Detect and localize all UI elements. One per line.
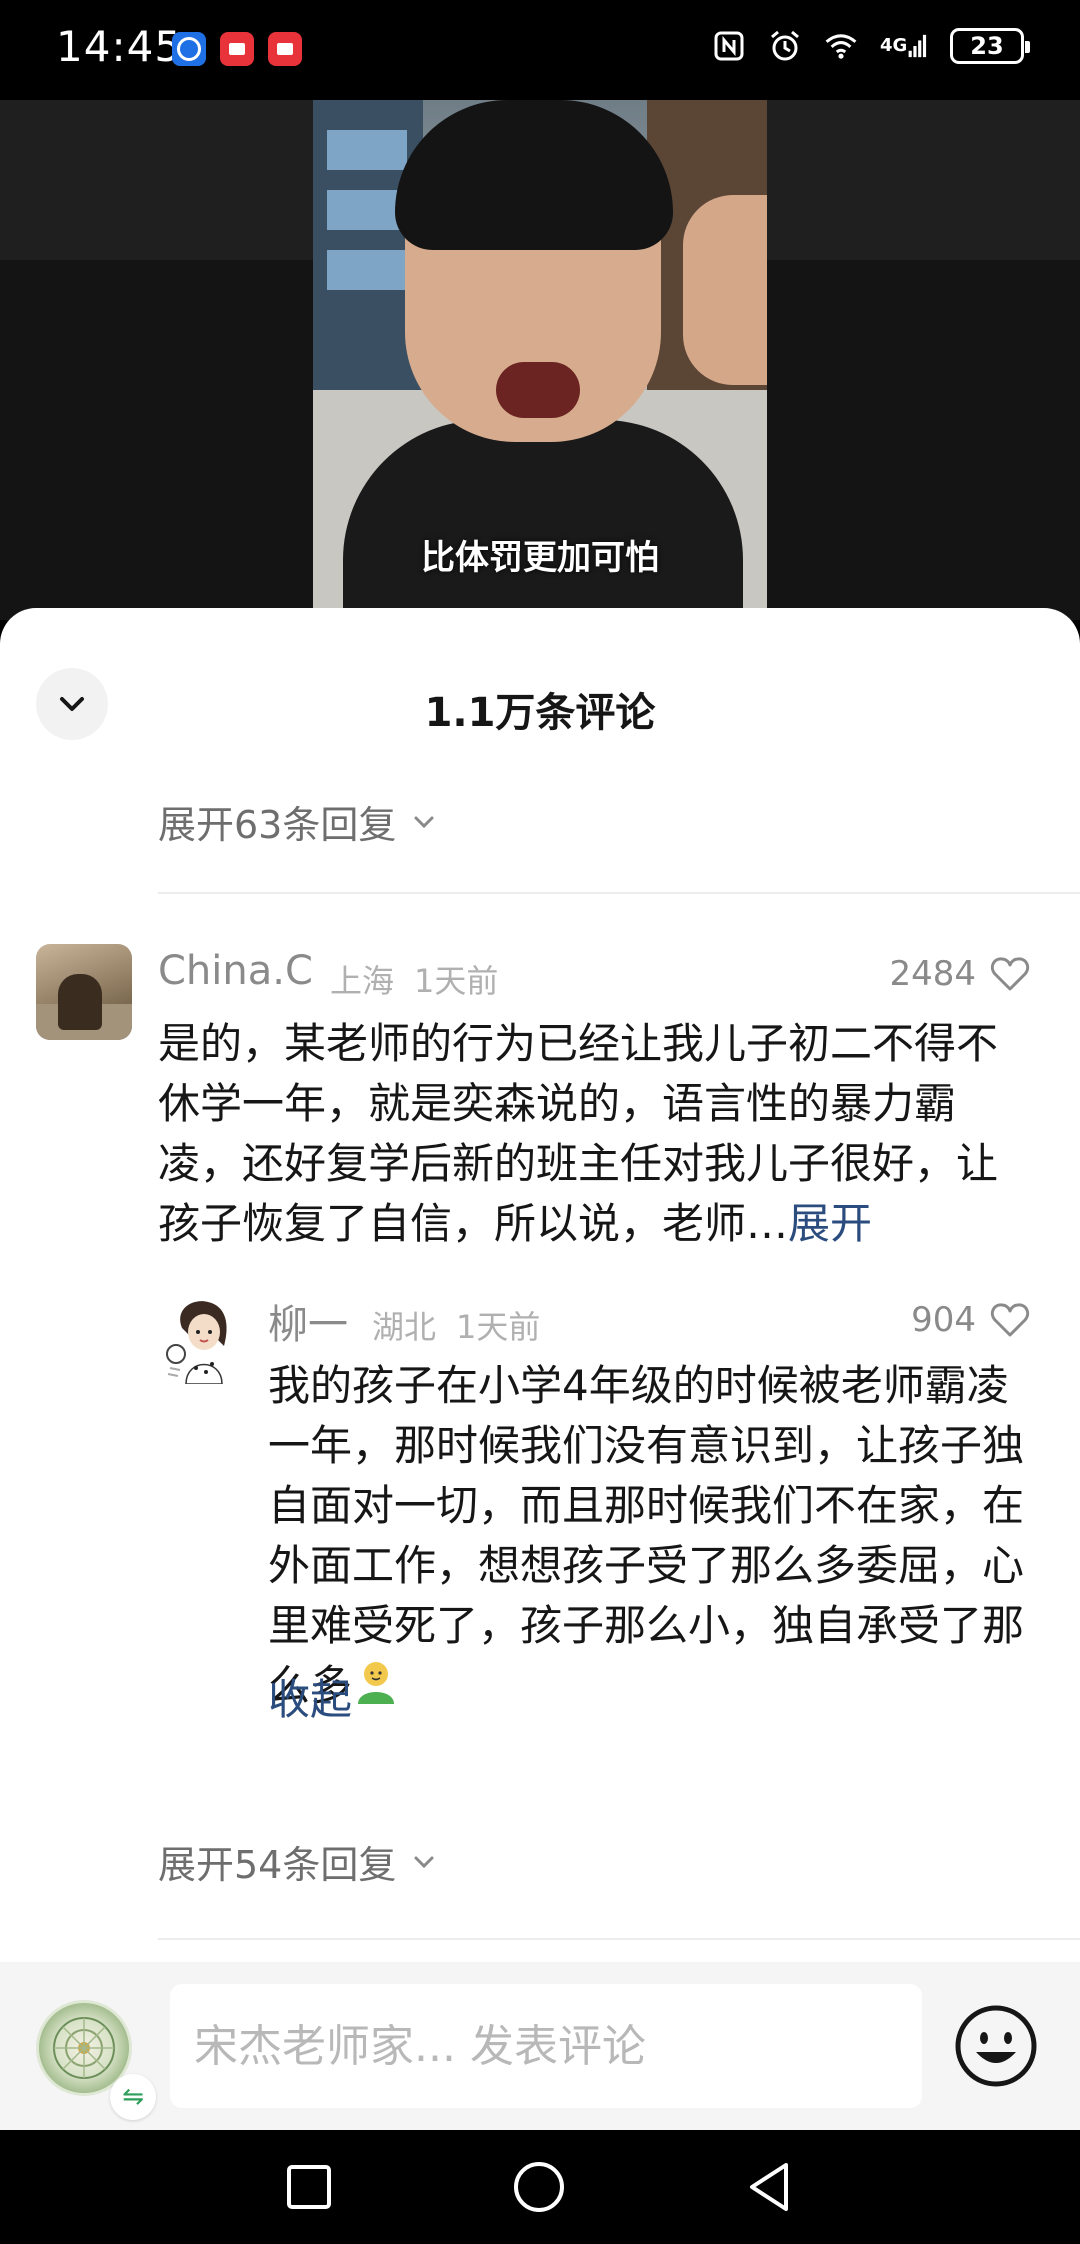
- recents-square-icon: [287, 2165, 331, 2209]
- nfc-icon: [712, 29, 746, 63]
- battery-icon: 23: [950, 28, 1030, 64]
- divider: [158, 892, 1080, 894]
- expand-comment-link[interactable]: 展开: [788, 1199, 872, 1248]
- person-emoji-icon: [352, 1658, 400, 1706]
- like-button[interactable]: 904: [911, 1300, 1030, 1340]
- app-notification-icon: [268, 32, 302, 66]
- network-type: 4G: [880, 35, 908, 56]
- video-subtitle: 比体罚更加可怕: [421, 538, 659, 578]
- reply-author[interactable]: 柳一: [268, 1292, 348, 1350]
- collapse-reply-link[interactable]: 收起: [268, 1666, 352, 1727]
- chevron-down-icon: [414, 816, 434, 828]
- reply-time: 1天前: [456, 1308, 541, 1346]
- emoji-button[interactable]: [952, 2002, 1040, 2090]
- expand-replies-label: 展开54条回复: [158, 1843, 397, 1887]
- reply-location: 湖北: [372, 1308, 437, 1346]
- comment-input[interactable]: [170, 1984, 922, 2108]
- status-time: 14:45: [56, 22, 183, 71]
- app-notification-icon: [220, 32, 254, 66]
- back-triangle-icon: [750, 2163, 788, 2211]
- heart-icon: [990, 1303, 1030, 1337]
- system-nav-bar: [0, 2130, 1080, 2244]
- comment-input-bar: ⇋: [0, 1962, 1080, 2130]
- comment-location: 上海: [330, 962, 395, 1000]
- avatar[interactable]: [164, 1298, 240, 1385]
- status-bar: 14:45 4G 23: [0, 0, 1080, 100]
- video-player[interactable]: 比体罚更加可怕: [0, 100, 1080, 620]
- system-status-icons: 4G 23: [712, 28, 1030, 64]
- mandala-icon: [53, 2017, 115, 2079]
- comment-count-title: 1.1万条评论: [424, 690, 656, 736]
- comment-author[interactable]: China.C: [158, 948, 313, 994]
- like-button[interactable]: 2484: [889, 954, 1030, 994]
- expand-replies-button[interactable]: 展开54条回复: [158, 1834, 438, 1889]
- smiley-icon: [955, 2005, 1037, 2087]
- comment-text: 是的，某老师的行为已经让我儿子初二不得不休学一年，就是奕森说的，语言性的暴力霸凌…: [158, 1014, 1038, 1254]
- notification-icons: [172, 32, 302, 66]
- expand-replies-button[interactable]: 展开63条回复: [158, 794, 438, 849]
- divider: [158, 1938, 1080, 1940]
- like-count: 2484: [889, 954, 976, 994]
- recents-button[interactable]: [278, 2156, 340, 2218]
- like-count: 904: [911, 1300, 976, 1340]
- reply-text: 我的孩子在小学4年级的时候被老师霸凌一年，那时候我们没有意识到，让孩子独自面对一…: [268, 1356, 1048, 1716]
- avatar[interactable]: [36, 944, 132, 1040]
- chevron-down-icon: [414, 1856, 434, 1868]
- alarm-icon: [768, 29, 802, 63]
- heart-icon: [990, 957, 1030, 991]
- video-frame[interactable]: 比体罚更加可怕: [313, 100, 767, 620]
- back-button[interactable]: [738, 2156, 800, 2218]
- comment-time: 1天前: [414, 962, 499, 1000]
- wifi-icon: [824, 29, 858, 63]
- signal-icon: 4G: [880, 29, 928, 63]
- comment-sheet: 1.1万条评论 展开63条回复 China.C 上海 1天前 2484 是的，某…: [0, 608, 1080, 1962]
- home-button[interactable]: [508, 2156, 570, 2218]
- switch-identity-icon[interactable]: ⇋: [110, 2074, 156, 2120]
- expand-replies-label: 展开63条回复: [158, 803, 397, 847]
- sheet-header: 1.1万条评论: [0, 608, 1080, 740]
- app-notification-icon: [172, 32, 206, 66]
- home-circle-icon: [514, 2162, 564, 2212]
